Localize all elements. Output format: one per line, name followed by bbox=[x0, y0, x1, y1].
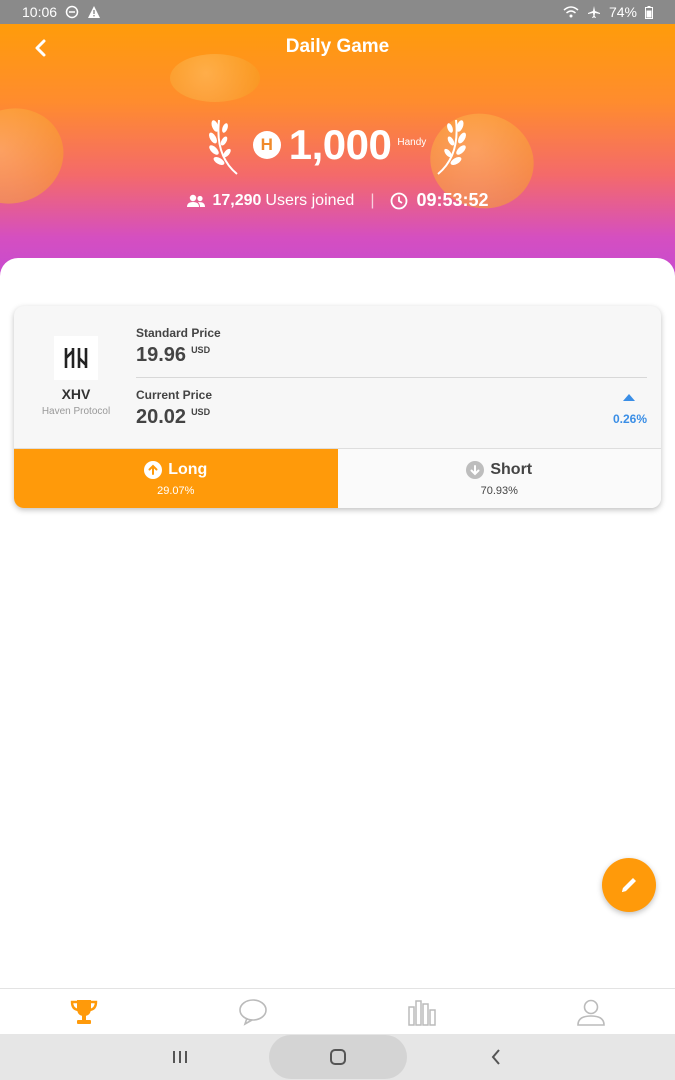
standard-price: 19.96 USD bbox=[136, 344, 210, 367]
home-button[interactable] bbox=[268, 1035, 407, 1079]
arrow-down-icon bbox=[466, 460, 485, 479]
battery-level: 74% bbox=[608, 4, 637, 20]
game-card: XHV Haven Protocol Standard Price 19.96 U… bbox=[14, 306, 661, 508]
wifi-icon bbox=[563, 6, 579, 18]
coin-symbol: XHV bbox=[61, 386, 91, 402]
clock-icon bbox=[391, 192, 408, 209]
price-change: 0.26% bbox=[612, 412, 647, 426]
prize-display: H 1,000 Handy bbox=[0, 112, 675, 178]
warning-icon bbox=[88, 6, 101, 18]
standard-price-unit: USD bbox=[191, 345, 211, 355]
standard-price-label: Standard Price bbox=[136, 326, 221, 340]
recents-icon bbox=[172, 1051, 187, 1063]
arrow-up-icon bbox=[144, 460, 163, 479]
airplane-icon bbox=[587, 6, 600, 18]
battery-icon bbox=[645, 5, 653, 19]
long-percent: 29.07% bbox=[157, 484, 195, 497]
home-icon bbox=[329, 1049, 346, 1065]
trophy-icon bbox=[71, 999, 98, 1024]
current-price-unit: USD bbox=[191, 407, 211, 417]
prize-unit: Handy bbox=[397, 136, 427, 148]
recents-button[interactable] bbox=[150, 1037, 210, 1077]
coin-name: Haven Protocol bbox=[41, 406, 111, 417]
nav-ranking[interactable] bbox=[338, 989, 507, 1034]
game-meta: 17,290 Users joined | 09:53:52 bbox=[0, 190, 675, 211]
long-button[interactable]: Long 29.07% bbox=[14, 449, 338, 508]
chevron-left-icon bbox=[491, 1049, 500, 1065]
bottom-nav bbox=[0, 988, 675, 1034]
current-price: 20.02 USD bbox=[136, 406, 210, 429]
system-nav-bar bbox=[0, 1034, 675, 1080]
profile-icon bbox=[576, 999, 605, 1026]
short-percent: 70.93% bbox=[480, 484, 518, 497]
nav-trophy[interactable] bbox=[0, 989, 169, 1034]
standard-price-value: 19.96 bbox=[136, 344, 187, 366]
chat-icon bbox=[239, 998, 267, 1026]
edit-fab[interactable] bbox=[602, 858, 656, 912]
users-count: 17,290 bbox=[212, 191, 262, 209]
short-label: Short bbox=[490, 460, 533, 478]
main-content: XHV Haven Protocol Standard Price 19.96 U… bbox=[0, 258, 675, 988]
nav-chat[interactable] bbox=[169, 989, 338, 1034]
status-bar: 10:06 74% bbox=[0, 0, 675, 24]
system-back-button[interactable] bbox=[466, 1037, 526, 1077]
users-label: Users joined bbox=[265, 191, 355, 209]
haven-logo-icon bbox=[54, 336, 98, 380]
game-header: Daily Game H 1,000 Handy 17,290 Users jo… bbox=[0, 24, 675, 284]
laurel-left-icon bbox=[208, 119, 238, 175]
chart-icon bbox=[408, 999, 436, 1026]
vote-actions: Long 29.07% Short 70.93% bbox=[14, 448, 661, 508]
current-price-value: 20.02 bbox=[136, 406, 187, 428]
current-price-label: Current Price bbox=[136, 388, 213, 402]
price-divider bbox=[136, 377, 647, 378]
meta-divider: | bbox=[370, 191, 375, 209]
short-button[interactable]: Short 70.93% bbox=[337, 449, 661, 508]
page-title: Daily Game bbox=[285, 36, 390, 57]
long-label: Long bbox=[168, 460, 208, 478]
triangle-up-icon bbox=[623, 394, 635, 401]
status-time: 10:06 bbox=[22, 4, 58, 20]
countdown-timer: 09:53:52 bbox=[416, 190, 489, 210]
nav-profile[interactable] bbox=[506, 989, 675, 1034]
users-icon bbox=[187, 194, 206, 207]
decorative-coin bbox=[170, 54, 260, 102]
dnd-icon bbox=[65, 5, 79, 19]
pencil-icon bbox=[622, 878, 636, 892]
laurel-right-icon bbox=[437, 119, 467, 175]
handy-coin-icon: H bbox=[252, 131, 281, 159]
prize-amount: 1,000 bbox=[288, 121, 392, 168]
